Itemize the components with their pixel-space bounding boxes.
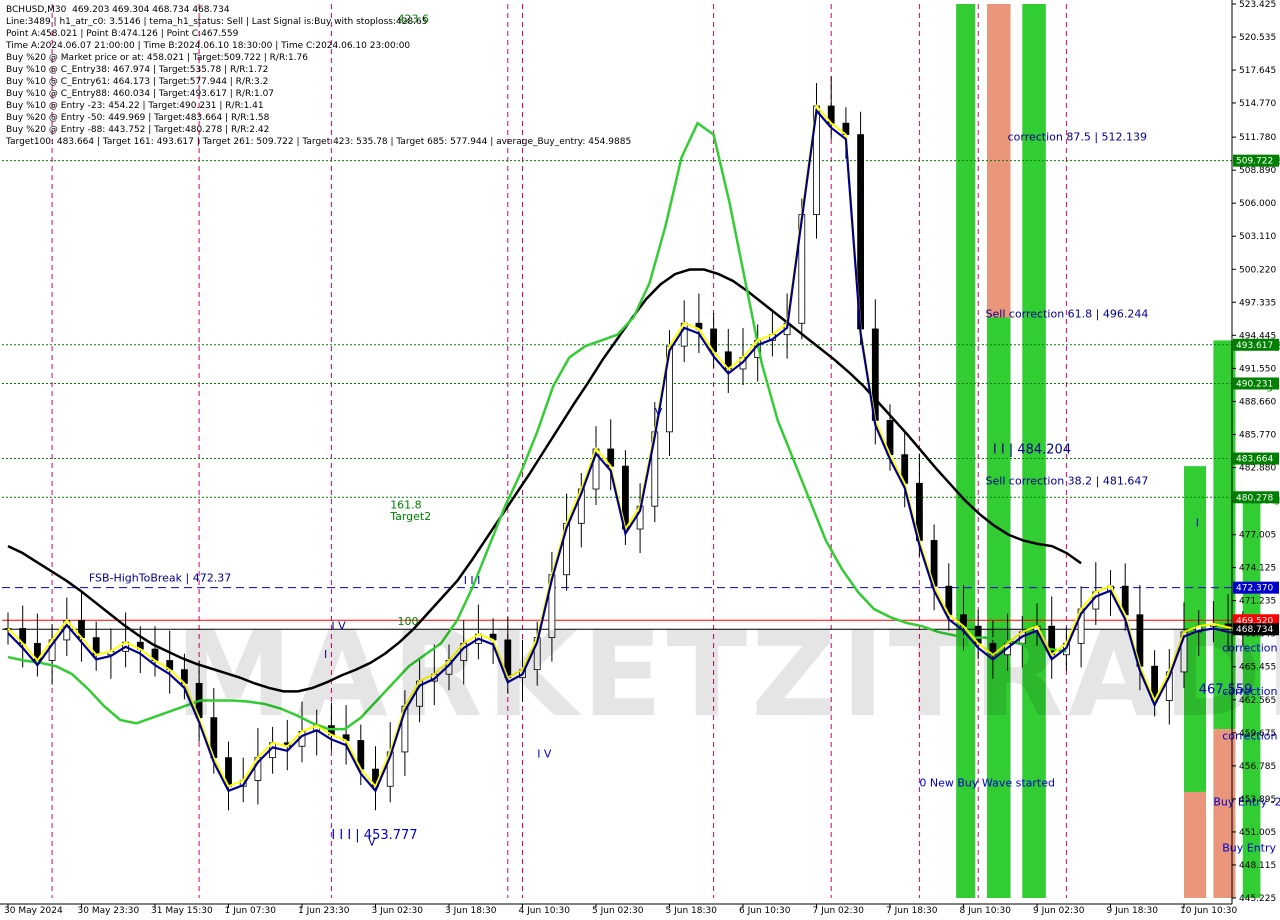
- x-tick-label: 5 Jun 02:30: [592, 906, 644, 916]
- y-tick-label: 445.225: [1239, 894, 1276, 904]
- y-tick-label: 491.550: [1239, 364, 1276, 374]
- y-tick-label: 506.000: [1239, 199, 1276, 209]
- info-line: Buy %10 @ Entry -23: 454.22 | Target:490…: [6, 101, 264, 111]
- y-tick-label: 488.660: [1239, 397, 1276, 407]
- info-line: Buy %10 @ C_Entry88: 460.034 | Target:49…: [6, 89, 275, 99]
- info-line: Time A:2024.06.07 21:00:00 | Time B:2024…: [6, 41, 411, 51]
- y-tick-label: 453.895: [1239, 795, 1276, 805]
- y-tick-label: 477.005: [1239, 531, 1276, 541]
- info-line: Target100: 483.664 | Target 161: 493.617…: [6, 137, 632, 147]
- x-tick-label: 9 Jun 02:30: [1033, 906, 1085, 916]
- x-tick-label: 6 Jun 10:30: [739, 906, 791, 916]
- level-price-label: 509.722: [1236, 157, 1273, 167]
- y-tick-label: 520.535: [1239, 33, 1276, 43]
- info-panel: BCHUSD,M30 469.203 469.304 468.734 468.7…: [6, 4, 631, 148]
- y-tick-label: 508.890: [1239, 166, 1276, 176]
- y-tick-label: 514.770: [1239, 99, 1276, 109]
- info-line: Buy %20 @ Market price or at: 458.021 | …: [6, 53, 309, 63]
- x-tick-label: 5 Jun 18:30: [666, 906, 718, 916]
- y-tick-label: 497.335: [1239, 298, 1276, 308]
- chart-annotation: Buy Entry -50: [1222, 841, 1280, 854]
- x-tick-label: 9 Jun 18:30: [1107, 906, 1159, 916]
- level-price-label: 472.370: [1236, 584, 1273, 594]
- y-tick-label: 511.780: [1239, 133, 1276, 143]
- chart-annotation: FSB-HighToBreak | 472.37: [89, 572, 231, 585]
- level-price-label: 480.278: [1236, 493, 1273, 503]
- level-price-label: 483.664: [1236, 455, 1273, 465]
- y-tick-label: 523.425: [1239, 0, 1276, 10]
- chart-annotation: I: [1196, 517, 1199, 530]
- info-line: BCHUSD,M30 469.203 469.304 468.734 468.7…: [6, 5, 230, 15]
- info-line: Buy %10 @ C_Entry61: 464.173 | Target:57…: [6, 77, 269, 87]
- x-tick-label: 7 Jun 18:30: [886, 906, 938, 916]
- level-price-label: 493.617: [1236, 341, 1273, 351]
- x-tick-label: 31 May 15:30: [151, 906, 213, 916]
- chart-annotation: V: [368, 836, 376, 849]
- chart-annotation: Sell correction 38.2 | 481.647: [986, 474, 1149, 487]
- info-line: Point A:458.021 | Point B:474.126 | Poin…: [6, 29, 239, 39]
- chart-annotation: I V: [537, 748, 552, 761]
- y-tick-label: 500.220: [1239, 265, 1276, 275]
- chart-annotation: Sell correction 61.8 | 496.244: [986, 308, 1149, 321]
- info-line: Buy %20 @ Entry -88: 443.752 | Target:48…: [6, 125, 270, 135]
- x-tick-label: 4 Jun 10:30: [519, 906, 571, 916]
- info-line: Buy %20 @ Entry -50: 449.969 | Target:48…: [6, 113, 270, 123]
- y-tick-label: 503.110: [1239, 232, 1276, 242]
- chart-annotation: 0 New Buy Wave started: [919, 776, 1055, 789]
- x-tick-label: 7 Jun 02:30: [813, 906, 865, 916]
- level-price-label: 490.231: [1236, 379, 1273, 389]
- y-tick-label: 517.645: [1239, 66, 1276, 76]
- chart-annotation: Target2: [389, 510, 431, 523]
- signal-zone: [956, 4, 976, 898]
- x-tick-label: 30 May 2024: [4, 906, 63, 916]
- info-line: Buy %10 @ C_Entry38: 467.974 | Target:53…: [6, 65, 269, 75]
- x-tick-label: 1 Jun 07:30: [225, 906, 277, 916]
- y-tick-label: 482.880: [1239, 464, 1276, 474]
- chart-annotation: I I | 484.204: [993, 443, 1071, 458]
- y-tick-label: 456.785: [1239, 762, 1276, 772]
- x-tick-label: 3 Jun 18:30: [445, 906, 497, 916]
- x-tick-label: 3 Jun 02:30: [372, 906, 424, 916]
- info-line: Line:3489 | h1_atr_c0: 3.5146 | tema_h1_…: [6, 17, 428, 27]
- x-tick-label: 10 Jun 10:30: [1180, 906, 1237, 916]
- x-tick-label: 30 May 23:30: [78, 906, 140, 916]
- y-tick-label: 451.005: [1239, 828, 1276, 838]
- x-tick-label: 1 Jun 23:30: [298, 906, 350, 916]
- y-tick-label: 448.115: [1239, 861, 1276, 871]
- watermark: MARKETZITRADE: [175, 605, 1280, 743]
- y-tick-label: 485.770: [1239, 430, 1276, 440]
- y-tick-label: 474.125: [1239, 564, 1276, 574]
- signal-zone: [1184, 791, 1207, 898]
- x-tick-label: 8 Jun 10:30: [960, 906, 1012, 916]
- chart-annotation: V: [655, 406, 663, 419]
- chart-annotation: correction 87.5 | 512.139: [1008, 130, 1147, 143]
- chart-annotation: I I I: [464, 574, 481, 587]
